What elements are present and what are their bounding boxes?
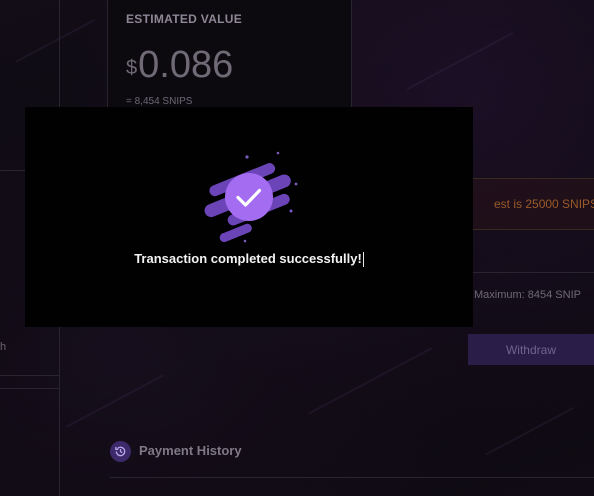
modal-message: Transaction completed successfully!: [25, 251, 473, 268]
estimated-value-card: ESTIMATED VALUE $0.086 = 8,454 SNIPS: [107, 0, 352, 109]
payment-history-title: Payment History: [139, 443, 242, 458]
minimum-notice-text: est is 25000 SNIPS: [494, 197, 594, 211]
success-message-text: Transaction completed successfully!: [134, 251, 362, 266]
background-streak: [406, 31, 514, 91]
amount-value: 0.086: [138, 44, 234, 86]
background-streak: [14, 18, 96, 64]
currency-symbol: $: [126, 57, 138, 79]
row-divider: [473, 272, 594, 273]
success-modal: Transaction completed successfully!: [25, 107, 473, 327]
check-circle-icon: [204, 151, 298, 243]
row-divider: [110, 477, 594, 478]
background-streak: [65, 374, 165, 428]
row-divider: [0, 388, 60, 389]
withdraw-maximum-text: Maximum: 8454 SNIP: [474, 289, 581, 301]
left-text-fragment: h: [0, 341, 7, 353]
background-streak: [307, 347, 433, 415]
estimated-value-snips: = 8,454 SNIPS: [126, 96, 193, 107]
page-background: ESTIMATED VALUE $0.086 = 8,454 SNIPS est…: [0, 0, 594, 496]
background-streak: [485, 406, 575, 456]
history-icon: [110, 441, 131, 462]
withdraw-button[interactable]: Withdraw: [468, 334, 594, 365]
estimated-value-amount: $0.086: [126, 44, 233, 86]
row-divider: [0, 375, 60, 376]
text-cursor: [362, 252, 364, 268]
estimated-value-label: ESTIMATED VALUE: [126, 12, 243, 26]
